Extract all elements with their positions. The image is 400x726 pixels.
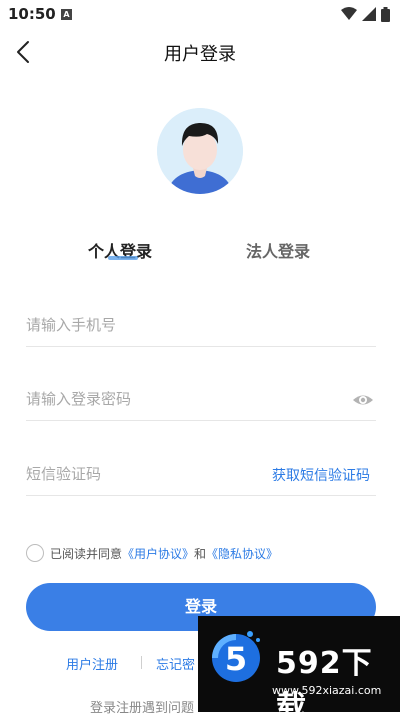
help-text: 登录注册遇到问题 — [90, 701, 195, 716]
agreement-and: 和 — [194, 546, 207, 561]
watermark-title: 592下载 — [276, 646, 373, 725]
app-header: 用户登录 — [0, 30, 400, 74]
signal-icon — [362, 7, 376, 21]
status-time: 10:50 — [8, 5, 56, 23]
sms-code-field: 获取短信验证码 — [26, 455, 376, 496]
agreement-checkbox[interactable] — [26, 544, 44, 562]
register-link[interactable]: 用户注册 — [66, 654, 118, 673]
page-title: 用户登录 — [164, 44, 236, 65]
password-input[interactable] — [26, 380, 326, 418]
eye-icon — [353, 395, 373, 405]
phone-input[interactable] — [26, 306, 326, 344]
status-bar: 10:50 A — [0, 0, 400, 30]
sms-code-input[interactable] — [26, 455, 246, 493]
user-avatar-icon — [157, 108, 243, 194]
phone-field — [26, 306, 376, 347]
active-tab-indicator — [108, 256, 138, 260]
agreement-row: 已阅读并同意 《用户协议》 和 《隐私协议》 — [26, 543, 278, 563]
password-field — [26, 380, 376, 421]
avatar — [157, 108, 243, 194]
status-icons — [341, 6, 390, 22]
forgot-password-link[interactable]: 忘记密 — [156, 654, 195, 673]
get-sms-code-button[interactable]: 获取短信验证码 — [272, 465, 370, 485]
watermark-logo-icon: 5 — [212, 631, 260, 682]
agreement-prefix: 已阅读并同意 — [50, 546, 123, 561]
battery-icon — [381, 6, 390, 22]
notification-badge-icon: A — [61, 9, 72, 20]
watermark: 5 592下载 www.592xiazai.com — [198, 616, 400, 725]
tab-legal-login[interactable]: 法人登录 — [246, 238, 310, 262]
watermark-logo-digit: 5 — [225, 640, 247, 678]
link-divider — [141, 656, 142, 669]
watermark-url: www.592xiazai.com — [272, 684, 382, 697]
user-agreement-link[interactable]: 《用户协议》 — [122, 545, 194, 562]
privacy-agreement-link[interactable]: 《隐私协议》 — [206, 545, 278, 562]
toggle-password-visibility-button[interactable] — [352, 389, 374, 411]
wifi-icon — [341, 7, 357, 20]
